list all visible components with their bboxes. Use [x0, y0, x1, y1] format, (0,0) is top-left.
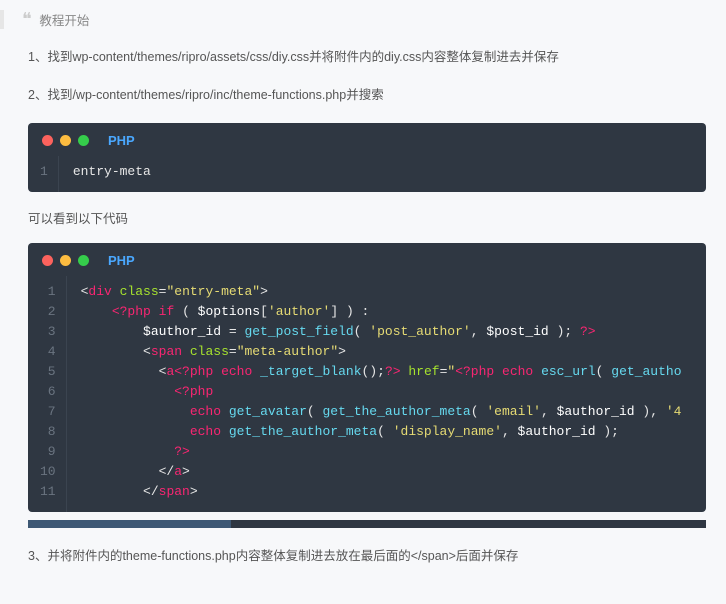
- horizontal-scrollbar[interactable]: [28, 520, 706, 528]
- step-3: 3、并将附件内的theme-functions.php内容整体复制进去放在最后面…: [28, 546, 706, 566]
- window-dot-yellow: [60, 135, 71, 146]
- code-block-2: PHP 1234567891011 <div class="entry-meta…: [28, 243, 706, 512]
- note-between: 可以看到以下代码: [28, 208, 706, 227]
- window-dot-green: [78, 135, 89, 146]
- code-header: PHP: [28, 243, 706, 276]
- code-body[interactable]: 1 entry-meta: [28, 156, 706, 192]
- window-dot-red: [42, 255, 53, 266]
- window-dot-yellow: [60, 255, 71, 266]
- language-label: PHP: [108, 253, 135, 268]
- code-body[interactable]: 1234567891011 <div class="entry-meta"> <…: [28, 276, 706, 512]
- blockquote: ❝ 教程开始: [0, 10, 706, 29]
- line-gutter: 1234567891011: [28, 276, 67, 512]
- code-lines[interactable]: <div class="entry-meta"> <?php if ( $opt…: [67, 276, 706, 512]
- scrollbar-thumb[interactable]: [28, 520, 231, 528]
- code-block-1: PHP 1 entry-meta: [28, 123, 706, 192]
- line-gutter: 1: [28, 156, 59, 192]
- quote-heading: 教程开始: [39, 14, 89, 28]
- step-1: 1、找到wp-content/themes/ripro/assets/css/d…: [28, 47, 706, 67]
- language-label: PHP: [108, 133, 135, 148]
- window-dot-red: [42, 135, 53, 146]
- step-2: 2、找到/wp-content/themes/ripro/inc/theme-f…: [28, 85, 706, 105]
- quote-icon: ❝: [22, 10, 32, 28]
- window-dot-green: [78, 255, 89, 266]
- code-header: PHP: [28, 123, 706, 156]
- code-lines[interactable]: entry-meta: [59, 156, 706, 192]
